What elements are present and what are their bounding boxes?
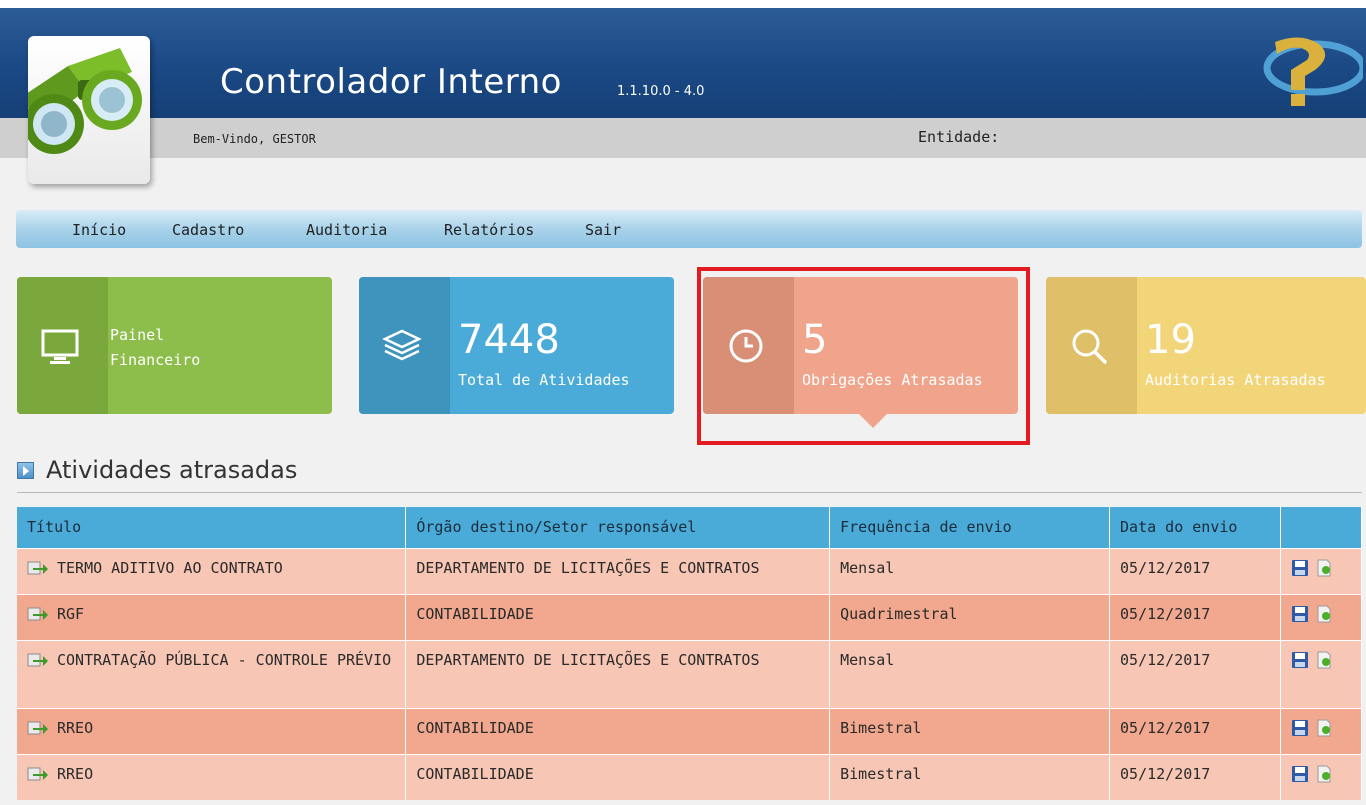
welcome-text: Bem-Vindo, GESTOR <box>193 132 316 146</box>
row-data-envio: 05/12/2017 <box>1109 639 1281 708</box>
send-document-icon <box>27 561 48 574</box>
table-row[interactable]: RREO CONTABILIDADE Bimestral 05/12/2017 <box>17 707 1363 754</box>
col-header-acoes <box>1280 507 1363 548</box>
app-version: 1.1.10.0 - 4.0 <box>617 84 705 99</box>
binoculars-icon <box>20 48 142 154</box>
row-data-envio: 05/12/2017 <box>1109 707 1281 754</box>
row-data-envio: 05/12/2017 <box>1109 547 1281 594</box>
send-document-icon <box>27 767 48 780</box>
painel-financeiro-tile[interactable]: Painel Financeiro <box>17 277 332 414</box>
row-title: RREO <box>57 764 94 783</box>
row-data-envio: 05/12/2017 <box>1109 593 1281 640</box>
col-header-orgao[interactable]: Órgão destino/Setor responsável <box>405 507 831 548</box>
row-frequencia: Quadrimestral <box>829 593 1111 640</box>
tile-icon-area <box>359 277 450 414</box>
menu-item-sair[interactable]: Sair <box>585 221 621 239</box>
painel-label-line1: Painel <box>110 326 165 344</box>
menu-item-cadastro[interactable]: Cadastro <box>172 221 244 239</box>
row-frequencia: Bimestral <box>829 707 1111 754</box>
view-document-icon[interactable] <box>1315 719 1333 737</box>
row-title: RREO <box>57 718 94 737</box>
menu-item-relatorios[interactable]: Relatórios <box>444 221 534 239</box>
row-orgao: DEPARTAMENTO DE LICITAÇÕES E CONTRATOS <box>405 547 831 594</box>
row-data-envio: 05/12/2017 <box>1109 753 1281 800</box>
row-orgao: CONTABILIDADE <box>405 593 831 640</box>
row-orgao: CONTABILIDADE <box>405 753 831 800</box>
save-icon[interactable] <box>1291 765 1309 783</box>
auditorias-atrasadas-tile[interactable]: 19 Auditorias Atrasadas <box>1046 277 1366 414</box>
send-document-icon <box>27 721 48 734</box>
section-header: Atividades atrasadas <box>17 455 1362 493</box>
painel-label-line2: Financeiro <box>110 351 201 369</box>
total-atividades-label: Total de Atividades <box>458 371 630 389</box>
section-title: Atividades atrasadas <box>46 456 298 484</box>
table-row[interactable]: CONTRATAÇÃO PÚBLICA - CONTROLE PRÉVIO DE… <box>17 639 1363 708</box>
view-document-icon[interactable] <box>1315 651 1333 669</box>
table-row[interactable]: TERMO ADITIVO AO CONTRATO DEPARTAMENTO D… <box>17 547 1363 594</box>
monitor-icon <box>41 329 79 364</box>
row-title: RGF <box>57 604 85 623</box>
tile-icon-area <box>1046 277 1137 414</box>
save-icon[interactable] <box>1291 559 1309 577</box>
send-document-icon <box>27 607 48 620</box>
table-row[interactable]: RGF CONTABILIDADE Quadrimestral 05/12/20… <box>17 593 1363 640</box>
view-document-icon[interactable] <box>1315 765 1333 783</box>
col-header-data[interactable]: Data do envio <box>1109 507 1281 548</box>
save-icon[interactable] <box>1291 605 1309 623</box>
view-document-icon[interactable] <box>1315 605 1333 623</box>
layers-icon <box>382 329 422 361</box>
main-menu: Início Cadastro Auditoria Relatórios Sai… <box>16 210 1362 248</box>
entity-label: Entidade: <box>918 128 1000 146</box>
col-header-frequencia[interactable]: Frequência de envio <box>829 507 1111 548</box>
menu-item-auditoria[interactable]: Auditoria <box>306 221 387 239</box>
app-logo <box>20 36 150 184</box>
col-header-titulo[interactable]: Título <box>17 507 407 548</box>
view-document-icon[interactable] <box>1315 559 1333 577</box>
overdue-activities-table: Título Órgão destino/Setor responsável F… <box>17 507 1363 800</box>
save-icon[interactable] <box>1291 651 1309 669</box>
row-orgao: CONTABILIDADE <box>405 707 831 754</box>
company-logo <box>1263 37 1363 106</box>
row-title: CONTRATAÇÃO PÚBLICA - CONTROLE PRÉVIO <box>57 650 392 669</box>
total-atividades-value: 7448 <box>458 317 560 363</box>
save-icon[interactable] <box>1291 719 1309 737</box>
row-orgao: DEPARTAMENTO DE LICITAÇÕES E CONTRATOS <box>405 639 831 708</box>
search-icon <box>1072 329 1107 364</box>
painel-financeiro-label: Painel Financeiro <box>110 323 200 373</box>
total-atividades-tile[interactable]: 7448 Total de Atividades <box>359 277 674 414</box>
row-frequencia: Mensal <box>829 639 1111 708</box>
table-row[interactable]: RREO CONTABILIDADE Bimestral 05/12/2017 <box>17 753 1363 800</box>
auditorias-atrasadas-value: 19 <box>1145 317 1196 363</box>
table-header-row: Título Órgão destino/Setor responsável F… <box>17 507 1363 548</box>
row-frequencia: Mensal <box>829 547 1111 594</box>
send-document-icon <box>27 653 48 666</box>
auditorias-atrasadas-label: Auditorias Atrasadas <box>1145 371 1326 389</box>
menu-item-inicio[interactable]: Início <box>72 221 126 239</box>
highlight-box <box>697 267 1030 445</box>
tile-icon-area <box>17 277 108 414</box>
section-arrow-icon <box>17 462 34 479</box>
row-title: TERMO ADITIVO AO CONTRATO <box>57 558 283 577</box>
row-frequencia: Bimestral <box>829 753 1111 800</box>
app-title: Controlador Interno <box>220 62 562 102</box>
header-bar <box>0 0 1366 118</box>
